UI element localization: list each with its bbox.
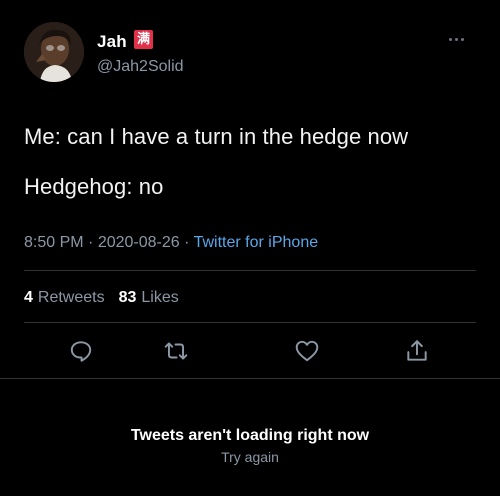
tweet-text-line: Me: can I have a turn in the hedge now	[24, 124, 409, 149]
error-message: Tweets aren't loading right now	[130, 427, 370, 444]
display-name[interactable]: Jah	[97, 32, 127, 52]
engagement-stats: 4 Retweets 83 Likes	[24, 289, 179, 307]
retweets-stat[interactable]: 4 Retweets	[24, 289, 105, 306]
likes-label: Likes	[141, 289, 179, 306]
name-emoji-badge: 满	[134, 30, 153, 49]
divider	[0, 378, 500, 379]
more-options-icon[interactable]	[449, 38, 464, 41]
likes-count: 83	[118, 289, 137, 306]
divider	[24, 322, 476, 323]
tweet-metadata: 8:50 PM · 2020-08-26 · Twitter for iPhon…	[24, 234, 318, 252]
likes-stat[interactable]: 83 Likes	[119, 289, 179, 306]
separator-dot: ·	[184, 234, 194, 251]
try-again-link[interactable]: Try again	[0, 449, 500, 465]
separator-dot: ·	[88, 234, 98, 251]
profile-photo-icon	[24, 22, 84, 82]
avatar[interactable]	[24, 22, 84, 82]
tweet-time[interactable]: 8:50 PM	[24, 234, 84, 251]
tweet-card: Jah 满 @Jah2Solid Me: can I have a turn i…	[0, 0, 500, 496]
user-handle[interactable]: @Jah2Solid	[97, 58, 184, 76]
retweets-label: Retweets	[37, 289, 105, 306]
tweet-date[interactable]: 2020-08-26	[98, 234, 180, 251]
reply-icon[interactable]	[68, 338, 94, 364]
retweet-icon[interactable]	[163, 338, 189, 364]
retweets-count: 4	[24, 289, 33, 306]
share-icon[interactable]	[404, 338, 430, 364]
divider	[24, 270, 476, 271]
like-icon[interactable]	[294, 338, 320, 364]
tweet-source-link[interactable]: Twitter for iPhone	[194, 234, 319, 251]
tweet-text-line: Hedgehog: no	[24, 174, 164, 199]
